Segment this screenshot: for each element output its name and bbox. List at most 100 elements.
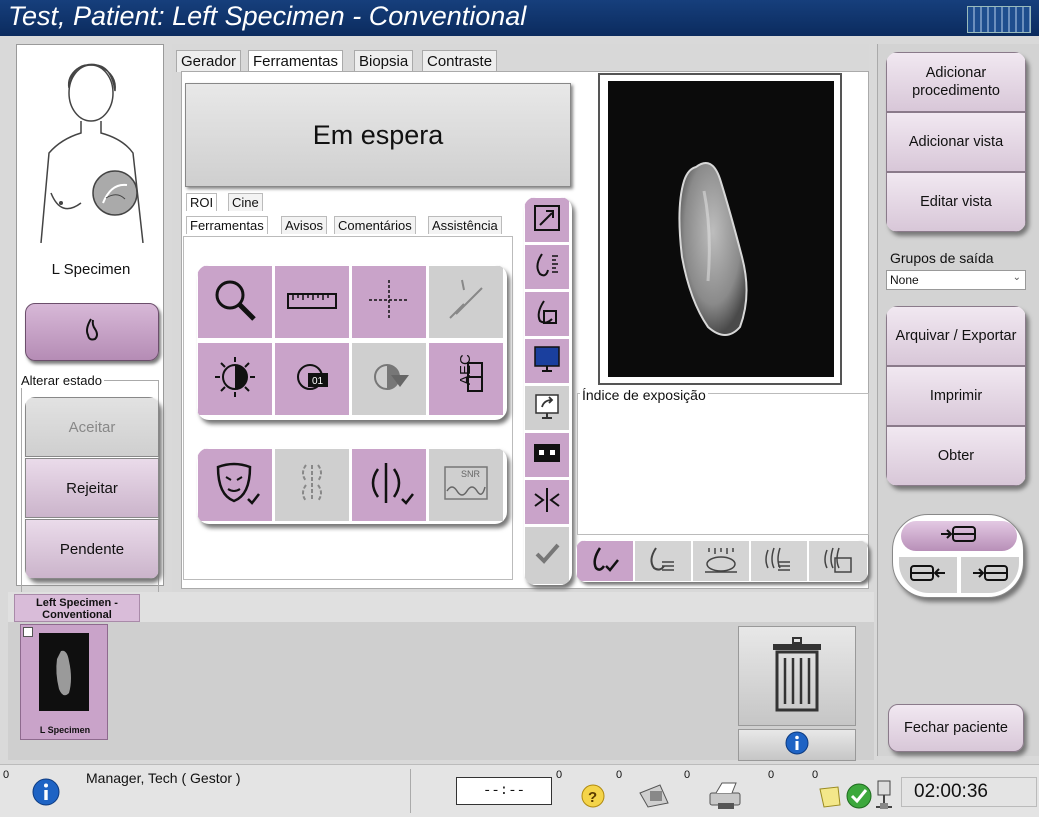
vertical-toolbar xyxy=(524,197,572,585)
paddle-left-button[interactable] xyxy=(899,557,957,593)
scale-button[interactable] xyxy=(524,244,570,290)
preset-contrast-icon: 01 xyxy=(290,355,334,404)
add-view-button[interactable]: Adicionar vista xyxy=(886,112,1026,172)
retrieve-button[interactable]: Obter xyxy=(886,426,1026,486)
thumbnail-tab[interactable]: Left Specimen - Conventional xyxy=(14,594,140,622)
subtab-assistencia[interactable]: Assistência xyxy=(428,216,502,234)
chevron-down-icon: ⌄ xyxy=(1012,272,1021,283)
output-groups-value: None xyxy=(890,273,919,287)
procedure-buttons: Adicionar procedimento Adicionar vista E… xyxy=(886,52,1026,232)
monitor-button[interactable] xyxy=(524,338,570,384)
view-compression-button[interactable] xyxy=(692,540,750,582)
info-button[interactable] xyxy=(738,729,856,761)
tab-contraste[interactable]: Contraste xyxy=(422,50,498,72)
view-box-button[interactable] xyxy=(808,540,868,582)
subtab-cine[interactable]: Cine xyxy=(228,193,263,211)
paddle-up-button[interactable] xyxy=(901,521,1017,551)
left-panel: L Specimen Alterar estado Aceitar Rejeit… xyxy=(16,44,164,628)
right-panel: Adicionar procedimento Adicionar vista E… xyxy=(877,44,1039,756)
face-icon xyxy=(210,461,260,510)
network-icon xyxy=(874,779,896,816)
pending-button[interactable]: Pendente xyxy=(25,519,159,579)
thumbnail-card[interactable]: L Specimen xyxy=(20,624,108,740)
face-mask-tool[interactable] xyxy=(197,448,273,522)
status-divider xyxy=(410,769,450,813)
subtab-ferramentas[interactable]: Ferramentas xyxy=(186,216,268,234)
exposure-index-box xyxy=(577,393,869,535)
ruler-tool[interactable] xyxy=(274,265,350,339)
subtab-roi[interactable]: ROI xyxy=(186,193,218,211)
printer-icon[interactable] xyxy=(706,779,746,816)
svg-text:?: ? xyxy=(588,789,597,806)
tab-gerador[interactable]: Gerador xyxy=(176,50,242,72)
two-dot-icon xyxy=(532,438,562,473)
archive-export-button[interactable]: Arquivar / Exportar xyxy=(886,306,1026,366)
needle-icon xyxy=(444,278,488,327)
subtab-avisos[interactable]: Avisos xyxy=(281,216,328,234)
magnifier-tool[interactable] xyxy=(197,265,273,339)
paddle-move-control xyxy=(892,514,1024,598)
auto-contrast-icon xyxy=(367,355,411,404)
implant-icon xyxy=(292,461,332,510)
magnifier-icon xyxy=(212,277,258,328)
title-bar: Test, Patient: Left Specimen - Conventio… xyxy=(0,0,1039,36)
view-stack-button[interactable] xyxy=(750,540,808,582)
view-type-button[interactable] xyxy=(25,303,159,361)
close-patient-button[interactable]: Fechar paciente xyxy=(888,704,1024,752)
aec-tool[interactable]: AEC xyxy=(428,342,504,416)
output-groups-select[interactable]: None ⌄ xyxy=(886,270,1026,290)
status-bar: 0 Manager, Tech ( Gestor ) --:-- 0 ? 0 0… xyxy=(0,764,1039,817)
view-select-button[interactable] xyxy=(524,197,570,243)
tab-biopsia[interactable]: Biopsia xyxy=(354,50,414,72)
add-procedure-button[interactable]: Adicionar procedimento xyxy=(886,52,1026,112)
help-icon[interactable]: ? xyxy=(580,783,606,814)
snr-icon: SNR xyxy=(441,461,491,510)
contrast-tool[interactable] xyxy=(197,342,273,416)
flip-icon xyxy=(532,485,562,520)
alter-state-label: Alterar estado xyxy=(19,373,104,388)
auto-contrast-tool[interactable] xyxy=(351,342,427,416)
crosshair-icon xyxy=(367,278,411,327)
reject-button[interactable]: Rejeitar xyxy=(25,458,159,518)
film-icon[interactable] xyxy=(636,781,672,814)
thumbnail-checkbox[interactable] xyxy=(23,627,33,637)
edit-view-button[interactable]: Editar vista xyxy=(886,172,1026,232)
breast-diagram-icon xyxy=(31,53,151,244)
aec-icon: AEC xyxy=(444,353,488,404)
info-icon xyxy=(785,731,809,760)
implant-tool[interactable] xyxy=(274,448,350,522)
specimen-icon xyxy=(83,317,101,348)
clock: 02:00:36 xyxy=(901,777,1037,807)
layout-button[interactable] xyxy=(524,432,570,478)
paddle-button[interactable] xyxy=(524,291,570,337)
specimen-scale-icon xyxy=(532,250,562,285)
flip-button[interactable] xyxy=(524,479,570,525)
preset-contrast-tool[interactable]: 01 xyxy=(274,342,350,416)
send-display-button[interactable] xyxy=(524,385,570,431)
view-scale-button[interactable] xyxy=(634,540,692,582)
tab-ferramentas[interactable]: Ferramentas xyxy=(248,50,344,72)
paddle-left-icon xyxy=(909,561,947,590)
snr-tool[interactable]: SNR xyxy=(428,448,504,522)
accept-check-button[interactable] xyxy=(524,526,570,585)
delete-button[interactable] xyxy=(738,626,856,726)
image-viewer[interactable] xyxy=(598,73,842,385)
connection-ok-icon xyxy=(846,783,872,814)
svg-text:AEC: AEC xyxy=(457,355,474,385)
needle-tool[interactable] xyxy=(428,265,504,339)
paddle-right-button[interactable] xyxy=(961,557,1019,593)
notes-icon[interactable] xyxy=(818,785,842,814)
user-info-icon[interactable] xyxy=(32,778,60,811)
paddle-right-icon xyxy=(971,561,1009,590)
window-controls-icon[interactable] xyxy=(967,6,1031,33)
print-button[interactable]: Imprimir xyxy=(886,366,1026,426)
accept-button[interactable]: Aceitar xyxy=(25,397,159,457)
subtab-comentarios[interactable]: Comentários xyxy=(334,216,416,234)
user-name: Manager, Tech ( Gestor ) xyxy=(86,770,241,786)
window-title: Test, Patient: Left Specimen - Conventio… xyxy=(8,1,527,31)
paddle-shift-tool[interactable] xyxy=(351,448,427,522)
crosshair-tool[interactable] xyxy=(351,265,427,339)
view-label: L Specimen xyxy=(51,261,131,278)
view-specimen-button[interactable] xyxy=(576,540,634,582)
count-1: 0 xyxy=(556,769,563,781)
